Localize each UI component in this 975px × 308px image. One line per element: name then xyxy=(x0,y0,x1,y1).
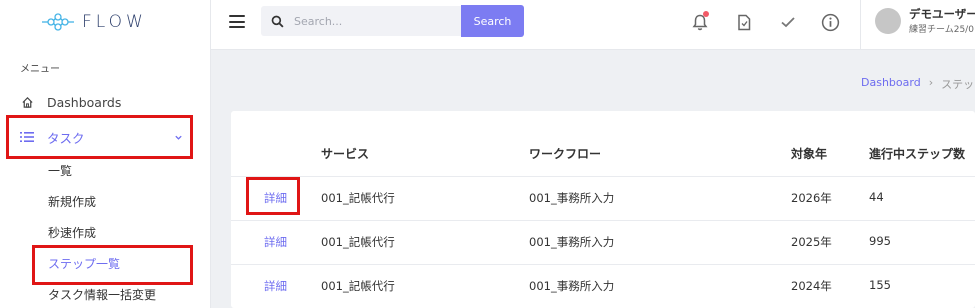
sidebar-subitem-step-list[interactable]: ステップ一覧 xyxy=(48,254,120,274)
search-button[interactable]: Search xyxy=(461,5,524,37)
sidebar-subitem-bulk-edit[interactable]: タスク情報一括変更 xyxy=(48,285,156,305)
breadcrumb-current: ステッ xyxy=(941,78,975,91)
info-icon[interactable] xyxy=(819,11,841,33)
row-detail-link[interactable]: 詳細 xyxy=(264,190,287,206)
document-icon[interactable] xyxy=(733,11,755,33)
home-icon xyxy=(19,96,35,109)
column-header-active-steps: 進行中ステップ数 xyxy=(869,147,966,161)
user-name[interactable]: デモユーザー xyxy=(909,6,975,22)
column-header-workflow: ワークフロー xyxy=(529,147,602,161)
sidebar-item-dashboards[interactable]: Dashboards xyxy=(0,87,211,117)
search-input[interactable] xyxy=(294,14,454,28)
search-box xyxy=(261,6,461,36)
sidebar-item-label: Dashboards xyxy=(47,94,122,110)
breadcrumb-home-link[interactable]: Dashboard xyxy=(861,76,921,92)
breadcrumb-separator: › xyxy=(928,76,934,89)
row-workflow: 001_事務所入力 xyxy=(529,191,615,205)
row-step-count: 995 xyxy=(869,234,891,248)
column-header-year: 対象年 xyxy=(791,147,828,161)
avatar[interactable] xyxy=(875,8,901,34)
sidebar-item-label: タスク xyxy=(47,130,85,146)
menu-caption: メニュー xyxy=(20,64,60,75)
row-divider xyxy=(231,176,975,177)
hamburger-menu-icon[interactable] xyxy=(229,15,245,32)
row-detail-link[interactable]: 詳細 xyxy=(264,234,287,250)
logo-text: FLOW xyxy=(82,12,147,32)
row-step-count: 155 xyxy=(869,278,891,292)
sidebar-subitem-list[interactable]: 一覧 xyxy=(48,161,72,181)
sidebar: FLOW メニュー Dashboards タスク 一覧 新規作成 秒速作成 ステ… xyxy=(0,0,211,308)
row-service: 001_記帳代行 xyxy=(321,191,395,205)
row-detail-link[interactable]: 詳細 xyxy=(264,278,287,294)
check-icon[interactable] xyxy=(777,11,799,33)
column-header-service: サービス xyxy=(321,147,370,161)
row-step-count: 44 xyxy=(869,190,884,204)
row-year: 2024年 xyxy=(791,279,832,293)
row-service: 001_記帳代行 xyxy=(321,279,395,293)
row-workflow: 001_事務所入力 xyxy=(529,235,615,249)
header-divider xyxy=(860,0,861,50)
top-header: Search デモユーザー 練習チーム25/0 xyxy=(211,0,975,50)
bell-icon[interactable] xyxy=(689,11,711,33)
flow-logo-mark-icon xyxy=(42,13,74,31)
row-year: 2025年 xyxy=(791,235,832,249)
chevron-down-icon xyxy=(174,130,183,145)
row-divider xyxy=(231,220,975,221)
row-divider xyxy=(231,264,975,265)
row-year: 2026年 xyxy=(791,191,832,205)
user-team: 練習チーム25/0 xyxy=(909,25,974,35)
search-icon xyxy=(271,15,284,28)
flow-logo[interactable]: FLOW xyxy=(40,9,147,35)
row-service: 001_記帳代行 xyxy=(321,235,395,249)
breadcrumb: Dashboard › ステッ xyxy=(861,76,974,92)
notification-dot xyxy=(703,11,709,17)
sidebar-subitem-new[interactable]: 新規作成 xyxy=(48,192,96,212)
sidebar-item-task[interactable]: タスク xyxy=(0,122,211,152)
list-icon xyxy=(19,131,35,143)
row-workflow: 001_事務所入力 xyxy=(529,279,615,293)
sidebar-subitem-quick-create[interactable]: 秒速作成 xyxy=(48,223,96,243)
